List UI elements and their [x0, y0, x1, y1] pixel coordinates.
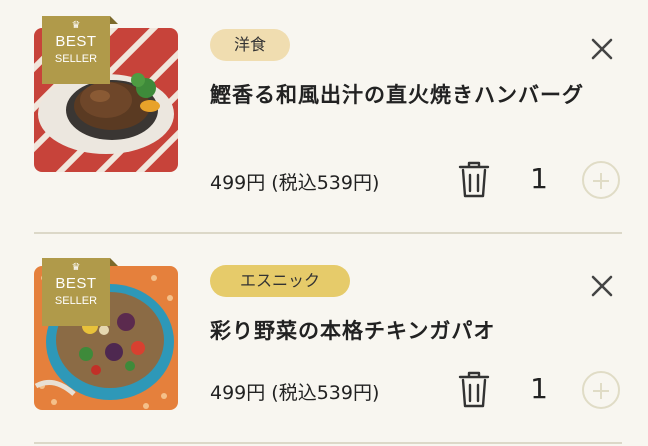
badge-line1: BEST	[55, 275, 97, 292]
badge-line2: SELLER	[54, 53, 98, 65]
item-divider	[34, 232, 622, 234]
increment-button[interactable]	[582, 161, 620, 199]
badge-line2: SELLER	[54, 295, 98, 307]
product-price: 499円 (税込539円)	[210, 382, 380, 404]
best-seller-badge: ♛ BEST SELLER	[42, 16, 118, 84]
crown-icon: ♛	[71, 20, 81, 31]
increment-button[interactable]	[582, 371, 620, 409]
product-price: 499円 (税込539円)	[210, 172, 380, 194]
cart-item: ♛ BEST SELLER エスニック 彩り野菜の本格チキンガパオ 499円 (…	[0, 236, 648, 446]
category-tag: エスニック	[210, 265, 350, 297]
product-title[interactable]: 鰹香る和風出汁の直火焼きハンバーグ	[210, 78, 590, 112]
best-seller-badge: ♛ BEST SELLER	[42, 258, 118, 326]
quantity-value: 1	[530, 162, 548, 195]
category-tag: 洋食	[210, 29, 290, 61]
trash-icon[interactable]	[456, 370, 492, 410]
remove-item-icon[interactable]	[590, 274, 614, 298]
cart-item: ♛ BEST SELLER 洋食 鰹香る和風出汁の直火焼きハンバーグ 499円 …	[0, 0, 648, 234]
badge-line1: BEST	[55, 33, 97, 50]
trash-icon[interactable]	[456, 160, 492, 200]
crown-icon: ♛	[71, 262, 81, 273]
remove-item-icon[interactable]	[590, 37, 614, 61]
quantity-value: 1	[530, 372, 548, 405]
product-title[interactable]: 彩り野菜の本格チキンガパオ	[210, 314, 590, 348]
item-divider	[34, 442, 622, 444]
